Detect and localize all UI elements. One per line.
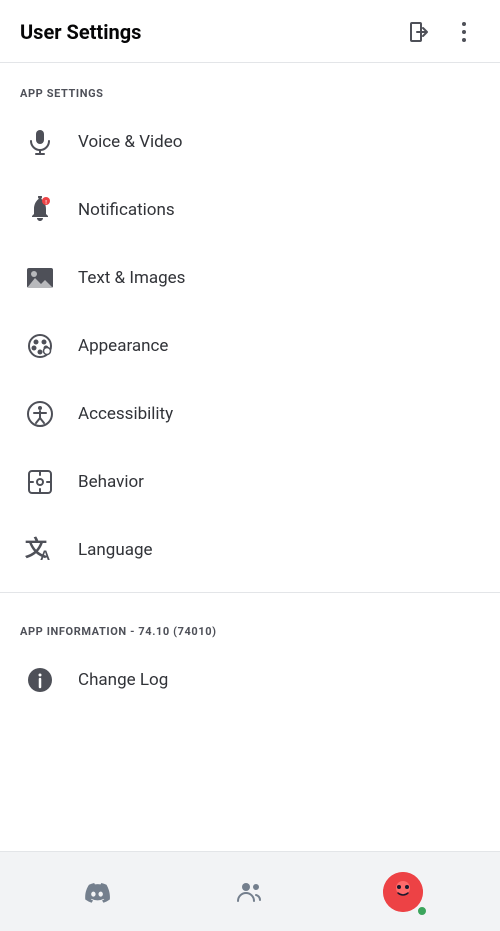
app-info-section: APP INFORMATION - 74.10 (74010) Change L…	[0, 601, 500, 714]
menu-label-language: Language	[78, 540, 153, 560]
microphone-icon	[20, 122, 60, 162]
accessibility-icon	[20, 394, 60, 434]
more-menu-button[interactable]	[448, 16, 480, 48]
menu-item-voice-video[interactable]: Voice & Video	[0, 108, 500, 176]
nav-profile-button[interactable]	[378, 867, 428, 917]
menu-label-accessibility: Accessibility	[78, 404, 173, 424]
page-title: User Settings	[20, 20, 141, 44]
menu-item-text-images[interactable]: Text & Images	[0, 244, 500, 312]
menu-label-notifications: Notifications	[78, 200, 175, 220]
section-divider	[0, 592, 500, 593]
menu-label-voice-video: Voice & Video	[78, 132, 182, 152]
logout-button[interactable]	[404, 16, 436, 48]
menu-item-accessibility[interactable]: Accessibility	[0, 380, 500, 448]
bottom-navigation	[0, 851, 500, 931]
bell-icon: !	[20, 190, 60, 230]
menu-item-appearance[interactable]: Appearance	[0, 312, 500, 380]
app-info-label: APP INFORMATION - 74.10 (74010)	[0, 601, 500, 646]
menu-label-text-images: Text & Images	[78, 268, 185, 288]
menu-item-language[interactable]: 文 A Language	[0, 516, 500, 584]
image-icon	[20, 258, 60, 298]
svg-text:A: A	[40, 547, 50, 563]
status-indicator	[416, 905, 428, 917]
info-icon	[20, 660, 60, 700]
palette-icon	[20, 326, 60, 366]
menu-label-behavior: Behavior	[78, 472, 144, 492]
nav-friends-button[interactable]	[225, 867, 275, 917]
menu-label-appearance: Appearance	[78, 336, 168, 356]
menu-item-behavior[interactable]: Behavior	[0, 448, 500, 516]
app-settings-label: APP SETTINGS	[0, 63, 500, 108]
menu-item-notifications[interactable]: ! Notifications	[0, 176, 500, 244]
menu-label-change-log: Change Log	[78, 670, 168, 690]
behavior-icon	[20, 462, 60, 502]
language-icon: 文 A	[20, 530, 60, 570]
header: User Settings	[0, 0, 500, 63]
app-settings-section: APP SETTINGS Voice & Video ! Notificatio…	[0, 63, 500, 584]
menu-item-change-log[interactable]: Change Log	[0, 646, 500, 714]
header-actions	[404, 16, 480, 48]
nav-home-button[interactable]	[72, 867, 122, 917]
